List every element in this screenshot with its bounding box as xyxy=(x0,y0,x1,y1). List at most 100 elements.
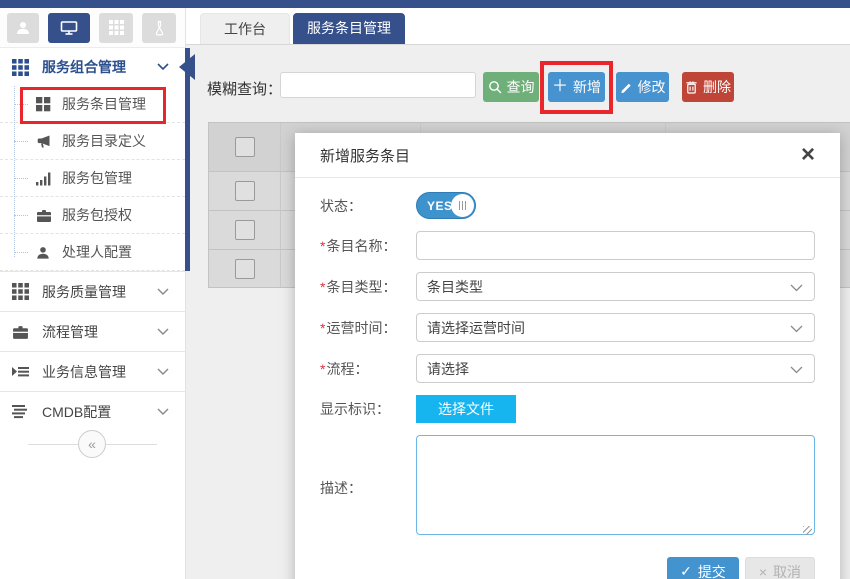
flow-select[interactable]: 请选择 xyxy=(416,354,815,383)
chevron-down-icon xyxy=(790,284,803,292)
description-textarea[interactable] xyxy=(416,435,815,535)
active-section-arrow xyxy=(179,54,195,80)
lines-icon xyxy=(12,404,32,420)
section-label: 流程管理 xyxy=(42,322,157,342)
flow-row: *流程： 请选择 xyxy=(320,354,815,383)
add-service-entry-modal: 新增服务条目 × 状态： YES *条目名称： xyxy=(295,133,840,579)
sidebar-item-label: 服务目录定义 xyxy=(62,131,146,151)
sidebar-item-label: 服务包授权 xyxy=(62,205,132,225)
sidebar-section-service-portfolio[interactable]: 服务组合管理 xyxy=(0,48,185,86)
grid-icon xyxy=(12,59,32,75)
modify-button[interactable]: 修改 xyxy=(616,72,669,102)
grid-toolbar-button[interactable] xyxy=(99,13,133,43)
description-row: 描述： xyxy=(320,435,815,540)
user-icon xyxy=(36,244,54,260)
sidebar-collapse-button[interactable]: « xyxy=(78,430,106,458)
grid-icon xyxy=(109,20,124,35)
select-value: 请选择 xyxy=(427,359,469,379)
submit-button-label: 提交 xyxy=(698,562,726,579)
submenu: 服务条目管理 服务目录定义 服务包管理 服务包授权 处理人配置 xyxy=(0,86,185,271)
row-checkbox[interactable] xyxy=(235,181,255,201)
sidebar-item-service-package-auth[interactable]: 服务包授权 xyxy=(0,197,185,234)
sidebar-section-business-info[interactable]: 业务信息管理 xyxy=(0,351,185,391)
toggle-on-label: YES xyxy=(427,199,453,213)
sidebar-item-service-entry-mgmt[interactable]: 服务条目管理 xyxy=(0,86,185,123)
entry-type-label: *条目类型： xyxy=(320,277,416,297)
status-toggle[interactable]: YES xyxy=(416,192,476,219)
section-label: 服务质量管理 xyxy=(42,282,157,302)
search-button[interactable]: 查询 xyxy=(483,72,539,102)
sidebar-section-process-mgmt[interactable]: 流程管理 xyxy=(0,311,185,351)
tab-label: 工作台 xyxy=(224,21,266,37)
required-marker: * xyxy=(320,279,325,295)
required-marker: * xyxy=(320,320,325,336)
entry-type-select[interactable]: 条目类型 xyxy=(416,272,815,301)
sidebar-item-service-package-mgmt[interactable]: 服务包管理 xyxy=(0,160,185,197)
monitor-toolbar-button[interactable] xyxy=(48,13,90,43)
top-navy-bar xyxy=(0,0,850,8)
required-marker: * xyxy=(320,238,325,254)
required-marker: * xyxy=(320,361,325,377)
row-checkbox[interactable] xyxy=(235,220,255,240)
entry-name-input[interactable] xyxy=(416,231,815,260)
sidebar-section-cmdb-config[interactable]: CMDB配置 xyxy=(0,391,185,431)
flow-label: *流程： xyxy=(320,359,416,379)
modal-title: 新增服务条目 xyxy=(320,145,410,166)
entry-name-row: *条目名称： xyxy=(320,231,815,260)
delete-button-label: 删除 xyxy=(703,77,731,97)
sidebar-item-handler-config[interactable]: 处理人配置 xyxy=(0,234,185,271)
chevron-down-icon xyxy=(157,323,169,341)
close-icon[interactable]: × xyxy=(801,143,815,167)
sidebar: 服务组合管理 服务条目管理 服务目录定义 服务包管理 服务包授权 处 xyxy=(0,8,186,579)
grid-small-icon xyxy=(36,96,54,112)
chevron-down-icon xyxy=(157,363,169,381)
search-button-label: 查询 xyxy=(507,77,535,97)
operation-time-select[interactable]: 请选择运营时间 xyxy=(416,313,815,342)
megaphone-icon xyxy=(36,133,54,149)
sidebar-item-label: 服务条目管理 xyxy=(62,94,146,114)
operation-time-row: *运营时间： 请选择运营时间 xyxy=(320,313,815,342)
pencil-icon xyxy=(620,81,633,94)
sidebar-section-service-quality[interactable]: 服务质量管理 xyxy=(0,271,185,311)
user-icon xyxy=(15,20,31,36)
status-label: 状态： xyxy=(320,196,416,216)
submit-button[interactable]: ✓ 提交 xyxy=(667,557,739,579)
sidebar-item-service-catalog-def[interactable]: 服务目录定义 xyxy=(0,123,185,160)
entry-type-row: *条目类型： 条目类型 xyxy=(320,272,815,301)
check-icon: ✓ xyxy=(680,563,692,579)
x-icon: × xyxy=(759,564,767,579)
tab-service-entry-mgmt[interactable]: 服务条目管理 xyxy=(293,13,405,44)
modify-button-label: 修改 xyxy=(638,77,666,97)
choose-file-button[interactable]: 选择文件 xyxy=(416,395,516,423)
select-value: 请选择运营时间 xyxy=(427,318,525,338)
briefcase-icon xyxy=(12,324,32,340)
tab-workbench[interactable]: 工作台 xyxy=(200,13,290,44)
flask-icon xyxy=(152,20,167,36)
fuzzy-query-label: 模糊查询： xyxy=(207,78,282,99)
active-section-strip xyxy=(185,48,190,271)
sidebar-item-label: 处理人配置 xyxy=(62,242,132,262)
section-label: 服务组合管理 xyxy=(42,57,157,77)
toggle-knob xyxy=(451,194,474,217)
content-area: 模糊查询： 查询 ＋ 新增 修改 删除 xyxy=(186,45,850,579)
cancel-button-label: 取消 xyxy=(773,562,801,579)
display-icon-row: 显示标识： 选择文件 xyxy=(320,395,815,423)
row-checkbox[interactable] xyxy=(235,259,255,279)
user-toolbar-button[interactable] xyxy=(7,13,39,43)
chevron-down-icon xyxy=(157,58,169,76)
cancel-button[interactable]: × 取消 xyxy=(745,557,815,579)
fuzzy-query-input[interactable] xyxy=(280,72,476,98)
entry-name-label: *条目名称： xyxy=(320,236,416,256)
section-label: CMDB配置 xyxy=(42,402,157,422)
select-all-checkbox[interactable] xyxy=(235,137,255,157)
bar-chart-icon xyxy=(36,170,54,186)
add-button[interactable]: ＋ 新增 xyxy=(548,72,605,102)
delete-button[interactable]: 删除 xyxy=(682,72,734,102)
grid-icon xyxy=(12,284,32,300)
monitor-icon xyxy=(60,20,78,36)
app-window: 服务组合管理 服务条目管理 服务目录定义 服务包管理 服务包授权 处 xyxy=(0,0,850,579)
flask-toolbar-button[interactable] xyxy=(142,13,176,43)
display-icon-label: 显示标识： xyxy=(320,399,416,419)
section-label: 业务信息管理 xyxy=(42,362,157,382)
sidebar-item-label: 服务包管理 xyxy=(62,168,132,188)
